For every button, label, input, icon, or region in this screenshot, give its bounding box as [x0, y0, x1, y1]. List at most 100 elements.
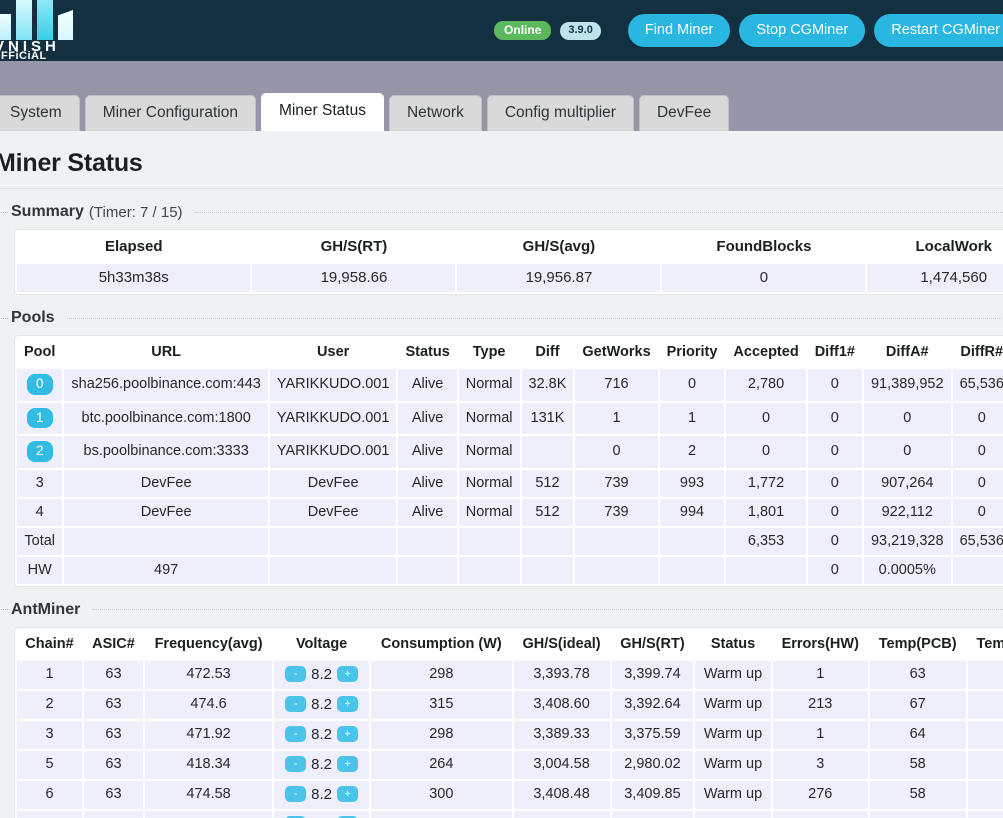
table-row: 2 63 474.6-8.2 +315 3,408.60 3,392.64 Warm up 2… [17, 690, 1003, 719]
pool-index-badge[interactable]: 0 [26, 374, 53, 395]
vnish-logo[interactable]: VNISH OFFiCiAL [0, 0, 102, 61]
restart-cgminer-button[interactable]: Restart CGMiner [874, 14, 1003, 47]
ant-col-chain: Chain# [17, 629, 82, 659]
pool-priority: 0 [659, 369, 725, 401]
pool-diffr: 0 [952, 436, 1003, 468]
pool-index-badge[interactable]: 2 [26, 441, 53, 462]
ant-col-errors: Errors(HW) [772, 629, 868, 659]
voltage-decrease-button[interactable]: - [285, 756, 307, 773]
pool-diffa: 91,389,952 [863, 369, 951, 401]
logo-brand-subtitle: OFFiCiAL [0, 50, 47, 61]
pool-index-badge[interactable]: 1 [26, 407, 53, 429]
voltage-decrease-button[interactable]: - [285, 786, 307, 803]
voltage-increase-button[interactable]: + [337, 786, 359, 803]
temp-chip: 82 [967, 690, 1003, 719]
pool-index: 3 [17, 469, 63, 497]
pool-index[interactable]: 2 [17, 436, 63, 468]
pool-getworks: 739 [575, 498, 658, 526]
antminer-section: AntMiner Chain# ASIC# Frequency(avg) Vol… [0, 587, 1003, 818]
voltage-stepper[interactable]: -8.2+ [274, 690, 370, 719]
pool-diffa: 0.0005% [863, 556, 951, 584]
pool-getworks: 1 [575, 402, 658, 435]
voltage-decrease-button[interactable]: - [285, 666, 307, 683]
ghs-ideal: 3,391.50 [513, 810, 610, 818]
pool-diffa: 907,264 [863, 469, 951, 497]
page-title: Miner Status [0, 149, 143, 177]
pool-type [458, 527, 520, 555]
temp-pcb: 63 [869, 660, 966, 689]
chain-number: 7 [17, 810, 82, 818]
voltage-decrease-button[interactable]: - [285, 696, 307, 713]
ant-col-ghs-rt: GH/S(RT) [611, 629, 694, 659]
ghs-rt: 3,375.59 [611, 720, 694, 749]
chain-status: Warm up [695, 690, 771, 719]
voltage-stepper[interactable]: -8.2+ [274, 720, 370, 749]
antminer-table-body: 1 63 472.53-8.2 +298 3,393.78 3,399.74 Warm up… [17, 660, 1003, 818]
summary-timer: (Timer: 7 / 15) [88, 203, 183, 221]
tab-miner-configuration[interactable]: Miner Configuration [84, 95, 256, 131]
voltage-stepper[interactable]: -8.2+ [274, 750, 370, 779]
pool-user: YARIKKUDO.001 [269, 369, 397, 401]
tab-miner-status[interactable]: Miner Status [260, 93, 384, 131]
voltage-increase-button[interactable]: + [337, 696, 359, 713]
voltage-stepper[interactable]: -8.2+ [274, 810, 370, 818]
pool-diffr: 65,536 [952, 527, 1003, 555]
table-row: HW 497 0 0.0005% [17, 556, 1003, 584]
pool-status: Alive [398, 469, 457, 497]
consumption-watts: 298 [371, 810, 512, 818]
pool-status [398, 556, 457, 584]
voltage-increase-button[interactable]: + [337, 756, 359, 773]
errors-hw: 1 [772, 810, 868, 818]
voltage-value: 8.2 [311, 785, 333, 803]
top-bar-actions: Online 3.9.0 Find Miner Stop CGMiner Res… [494, 0, 1003, 61]
frequency-avg: 472.22 [145, 810, 273, 818]
voltage-value: 8.2 [311, 755, 333, 773]
tab-bar: System Miner Configuration Miner Status … [0, 61, 1003, 131]
pools-col-status: Status [398, 338, 457, 367]
chain-number: 5 [17, 750, 82, 779]
pool-status: Alive [398, 369, 457, 401]
find-miner-button[interactable]: Find Miner [627, 14, 731, 47]
pool-index[interactable]: 0 [17, 369, 63, 401]
voltage-stepper[interactable]: -8.2+ [274, 780, 370, 809]
table-row: Total6,353093,219,32865,53602 [17, 527, 1003, 555]
pool-index[interactable]: 1 [17, 402, 63, 435]
temp-chip: 62 [967, 780, 1003, 809]
voltage-increase-button[interactable]: + [337, 666, 359, 683]
antminer-card: Chain# ASIC# Frequency(avg) Voltage Cons… [14, 626, 1003, 818]
tab-devfee[interactable]: DevFee [638, 95, 730, 131]
pool-accepted [726, 556, 806, 584]
ghs-ideal: 3,004.58 [513, 750, 610, 779]
voltage-decrease-button[interactable]: - [285, 726, 307, 743]
pool-type: Normal [458, 498, 520, 526]
consumption-watts: 315 [371, 690, 512, 719]
asic-count: 63 [83, 690, 144, 719]
ant-col-temp-chip: Temp(Chip) [967, 629, 1003, 659]
pools-card: Pool URL User Status Type Diff GetWorks … [14, 335, 1003, 587]
frequency-avg: 418.34 [145, 750, 273, 779]
table-row: 3 63 471.92-8.2 +298 3,389.33 3,375.59 Warm up… [17, 720, 1003, 749]
pools-legend-label: Pools [11, 309, 55, 326]
pool-diffr: 0 [952, 469, 1003, 497]
tab-network[interactable]: Network [388, 95, 482, 131]
pool-diff: 512 [521, 469, 574, 497]
stop-cgminer-button[interactable]: Stop CGMiner [739, 14, 866, 47]
tab-system[interactable]: System [0, 95, 80, 131]
table-row: 0 sha256.poolbinance.com:443 YARIKKUDO.001… [17, 369, 1003, 401]
pools-col-getworks: GetWorks [575, 338, 658, 367]
pool-diffr: 0 [952, 498, 1003, 526]
pool-diff1: 0 [807, 469, 862, 497]
pool-diff1: 0 [807, 436, 862, 468]
pool-diffa: 93,219,328 [863, 527, 951, 555]
ant-col-voltage: Voltage [274, 629, 370, 659]
pool-diffa: 0 [863, 402, 951, 435]
pool-diff1: 0 [807, 498, 862, 526]
chain-status: Warm up [695, 780, 771, 809]
voltage-increase-button[interactable]: + [337, 726, 359, 743]
tab-config-multiplier[interactable]: Config multiplier [486, 95, 634, 131]
pool-user: DevFee [269, 469, 397, 497]
temp-pcb: 64 [869, 720, 966, 749]
asic-count: 63 [83, 780, 144, 809]
voltage-stepper[interactable]: -8.2+ [274, 660, 370, 689]
antminer-legend-label: AntMiner [11, 600, 81, 618]
